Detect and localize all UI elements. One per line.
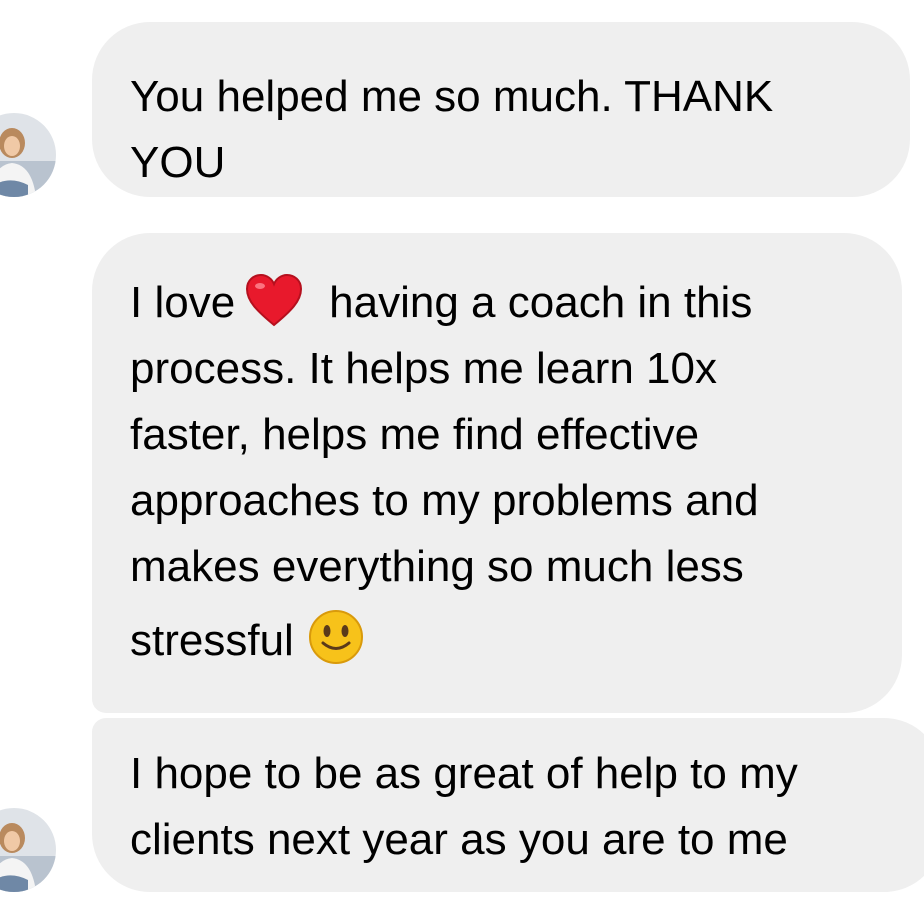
user-avatar-icon — [0, 808, 56, 892]
message-text-line: I love having a coach in this — [130, 270, 878, 336]
chat-thread: You helped me so much. THANK YOU I love … — [0, 0, 924, 924]
message-text: YOU — [130, 138, 226, 187]
slightly-smiling-face-icon — [308, 610, 363, 664]
message-text: approaches to my problems and — [130, 476, 759, 525]
message-text: I hope to be as great of help to my — [130, 749, 798, 798]
message-text: makes everything so much less — [130, 542, 744, 591]
red-heart-icon — [246, 273, 303, 327]
message-text: having a coach in this — [329, 278, 753, 327]
message-text-line: stressful — [130, 608, 878, 674]
message-bubble: I hope to be as great of help to my clie… — [92, 718, 924, 892]
message-text: You helped me so much. THANK — [130, 72, 774, 121]
message-bubble: I love having a coach in this process. I… — [92, 233, 902, 713]
message-text: process. It helps me learn 10x — [130, 344, 717, 393]
message-text: faster, helps me find effective — [130, 410, 700, 459]
avatar[interactable] — [0, 113, 56, 197]
user-avatar-icon — [0, 113, 56, 197]
avatar[interactable] — [0, 808, 56, 892]
message-text: I love — [130, 278, 236, 327]
message-text: clients next year as you are to me — [130, 815, 788, 864]
message-text: stressful — [130, 616, 294, 665]
message-bubble: You helped me so much. THANK YOU — [92, 22, 910, 197]
